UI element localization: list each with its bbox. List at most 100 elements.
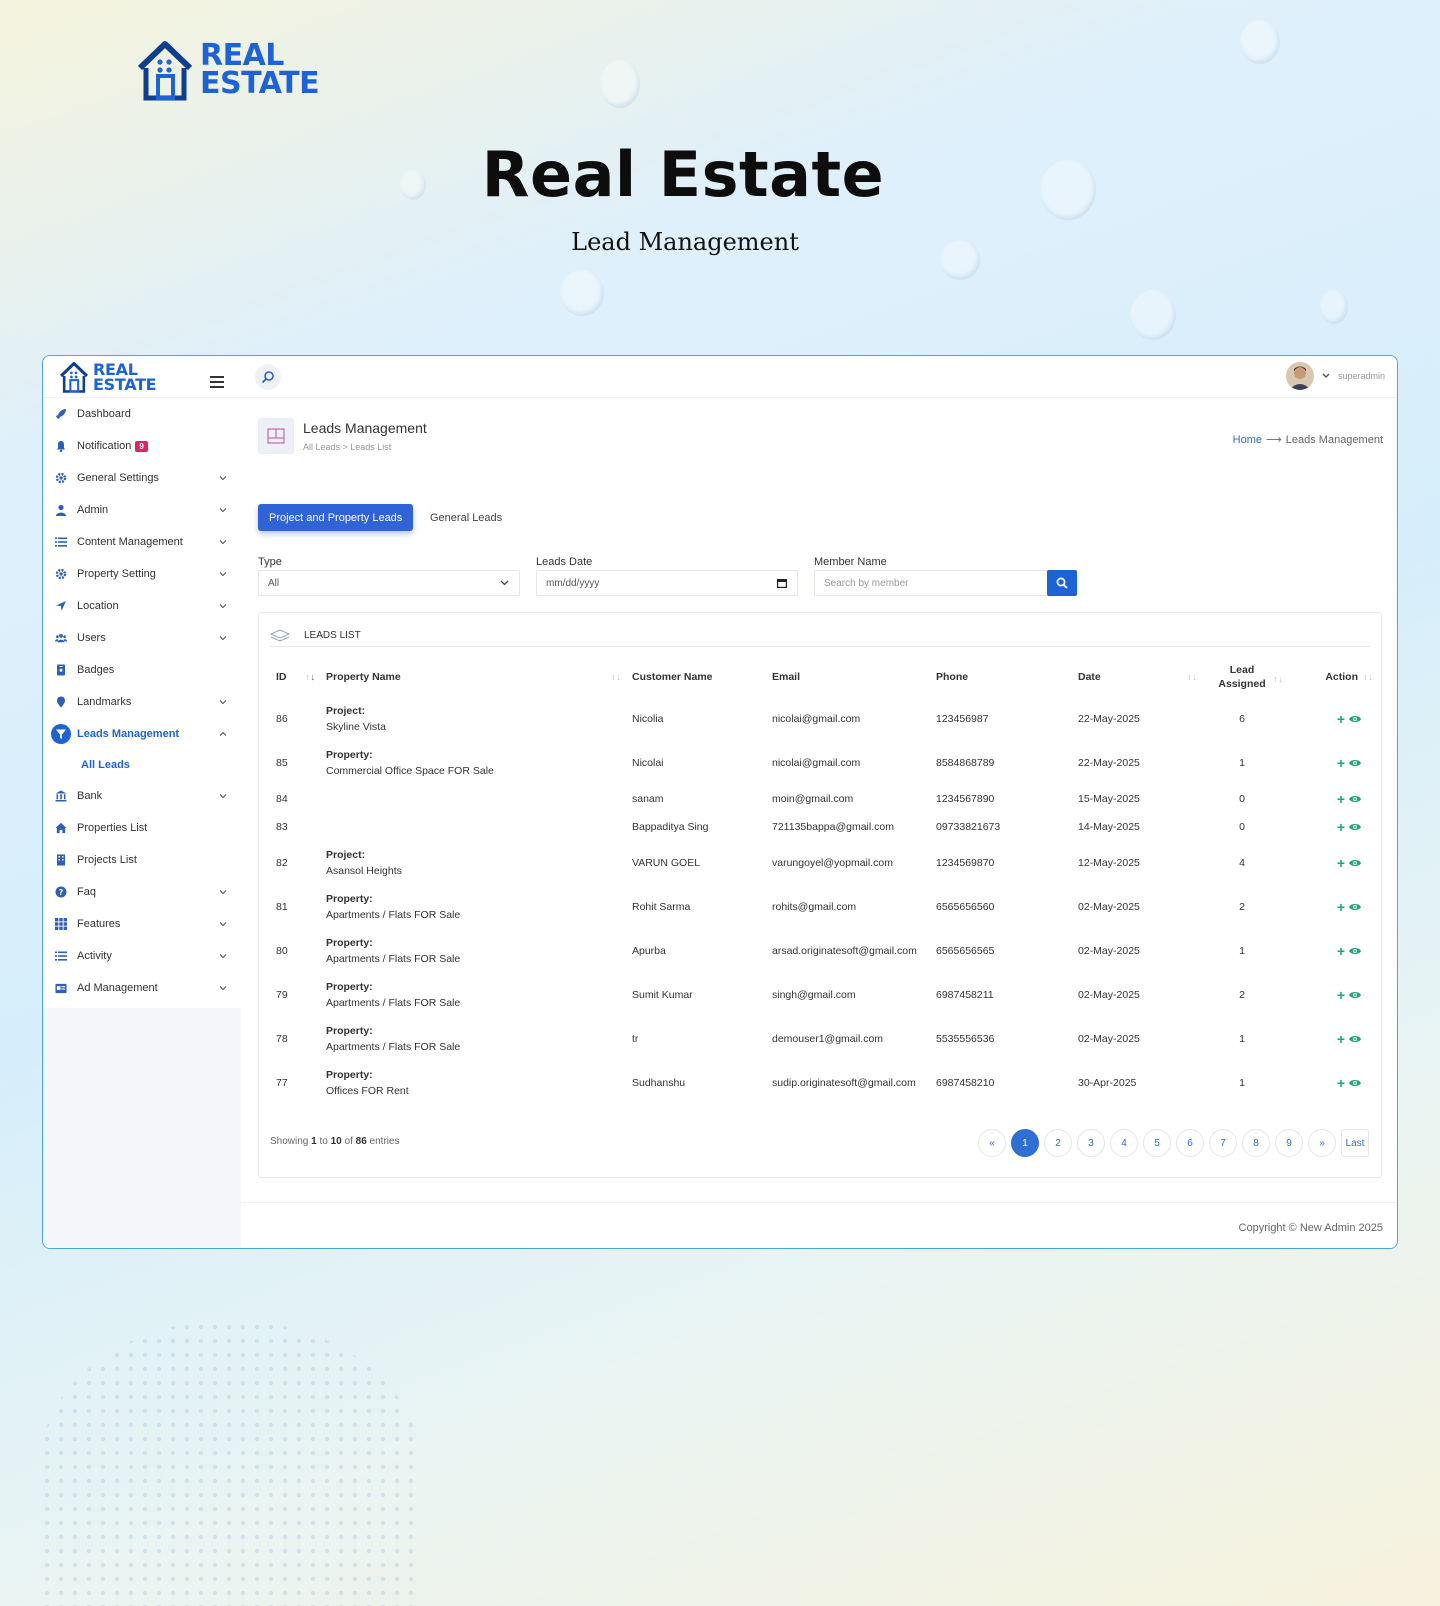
- sidebar-item-location[interactable]: Location: [43, 590, 241, 622]
- assign-plus-icon[interactable]: +: [1337, 712, 1345, 726]
- column-property-name[interactable]: Property Name ↑↓: [320, 657, 626, 697]
- member-filter-label: Member Name: [814, 556, 887, 568]
- view-eye-icon[interactable]: [1348, 989, 1362, 1001]
- property-type-label: Property:: [326, 749, 373, 761]
- pagination-page-7[interactable]: 7: [1209, 1129, 1237, 1157]
- pagination-page-4[interactable]: 4: [1110, 1129, 1138, 1157]
- view-eye-icon[interactable]: [1348, 1077, 1362, 1089]
- assign-plus-icon[interactable]: +: [1337, 944, 1345, 958]
- pagination-page-6[interactable]: 6: [1176, 1129, 1204, 1157]
- user-menu[interactable]: superadmin: [1285, 362, 1385, 390]
- pagination-page-1[interactable]: 1: [1011, 1129, 1039, 1157]
- view-eye-icon[interactable]: [1348, 1033, 1362, 1045]
- action-cell: +: [1282, 929, 1372, 973]
- chevron-down-icon[interactable]: [219, 919, 227, 927]
- view-eye-icon[interactable]: [1348, 821, 1362, 833]
- chevron-up-icon[interactable]: [219, 729, 227, 737]
- sidebar-item-notification[interactable]: Notification 9: [43, 430, 241, 462]
- table-row: 82 Project: Asansol Heights VARUN GOEL varun…: [270, 841, 1372, 885]
- table-row: 81 Property: Apartments / Flats FOR Sale Ro…: [270, 885, 1372, 929]
- column-customer-name: Customer Name: [626, 657, 766, 697]
- assign-plus-icon[interactable]: +: [1337, 792, 1345, 806]
- assign-plus-icon[interactable]: +: [1337, 756, 1345, 770]
- member-search-input[interactable]: Search by member: [814, 570, 1048, 596]
- sidebar-item-activity[interactable]: Activity: [43, 940, 241, 972]
- assign-plus-icon[interactable]: +: [1337, 820, 1345, 834]
- property-name-text: Apartments / Flats FOR Sale: [326, 909, 461, 921]
- calendar-icon[interactable]: [777, 578, 787, 588]
- lead-assigned-cell: 6: [1239, 713, 1245, 725]
- tab-general-leads[interactable]: General Leads: [419, 504, 513, 531]
- chevron-down-icon[interactable]: [219, 569, 227, 577]
- breadcrumb-home-link[interactable]: Home: [1233, 434, 1262, 446]
- type-select[interactable]: All: [258, 570, 520, 596]
- sidebar-item-landmarks[interactable]: Landmarks: [43, 686, 241, 718]
- sidebar-item-users[interactable]: Users: [43, 622, 241, 654]
- sidebar-logo[interactable]: REAL ESTATE: [43, 356, 241, 398]
- chevron-down-icon[interactable]: [219, 887, 227, 895]
- property-name-cell: Project: Asansol Heights: [320, 841, 626, 885]
- sidebar-item-general-settings[interactable]: General Settings: [43, 462, 241, 494]
- sidebar-item-faq[interactable]: ? Faq: [43, 876, 241, 908]
- tab-project-property-leads[interactable]: Project and Property Leads: [258, 504, 414, 531]
- pagination-page-5[interactable]: 5: [1143, 1129, 1171, 1157]
- chevron-down-icon[interactable]: [219, 633, 227, 641]
- assign-plus-icon[interactable]: +: [1337, 900, 1345, 914]
- view-eye-icon[interactable]: [1348, 713, 1362, 725]
- pagination-page-2[interactable]: 2: [1044, 1129, 1072, 1157]
- avatar[interactable]: [1285, 362, 1314, 390]
- chevron-down-icon[interactable]: [1322, 373, 1330, 379]
- leads-date-input[interactable]: mm/dd/yyyy: [536, 570, 798, 596]
- sidebar-item-properties-list[interactable]: Properties List: [43, 812, 241, 844]
- chevron-down-icon[interactable]: [219, 983, 227, 991]
- column-email-label: Email: [772, 671, 801, 683]
- pagination-page-8[interactable]: 8: [1242, 1129, 1270, 1157]
- sort-icon[interactable]: ↑↓: [305, 672, 316, 682]
- pagination: «1 2 3 4 5 6 7 8 9» Last: [978, 1129, 1369, 1157]
- sort-icon[interactable]: ↑↓: [1187, 672, 1198, 682]
- sidebar-item-ad-management[interactable]: Ad Management: [43, 972, 241, 1004]
- chevron-down-icon[interactable]: [219, 537, 227, 545]
- chevron-down-icon[interactable]: [219, 601, 227, 609]
- chevron-down-icon[interactable]: [219, 697, 227, 705]
- assign-plus-icon[interactable]: +: [1337, 1076, 1345, 1090]
- chevron-down-icon[interactable]: [219, 951, 227, 959]
- assign-plus-icon[interactable]: +: [1337, 1032, 1345, 1046]
- view-eye-icon[interactable]: [1348, 857, 1362, 869]
- sidebar-item-dashboard[interactable]: Dashboard: [43, 398, 241, 430]
- sidebar-item-bank[interactable]: Bank: [43, 780, 241, 812]
- column-action[interactable]: Action ↑↓: [1282, 657, 1374, 697]
- sidebar-item-leads-management[interactable]: Leads Management: [43, 718, 241, 750]
- table-row: 84 sanam moin@gmail.com 1234567890 15-May-20…: [270, 785, 1372, 813]
- sidebar-item-property-setting[interactable]: Property Setting: [43, 558, 241, 590]
- pagination-prev-button[interactable]: «: [978, 1129, 1006, 1157]
- sidebar-item-admin[interactable]: Admin: [43, 494, 241, 526]
- member-search-button[interactable]: [1047, 570, 1077, 596]
- pagination-next-button[interactable]: »: [1308, 1129, 1336, 1157]
- action-cell: +: [1282, 1017, 1372, 1061]
- column-lead-assigned[interactable]: Lead Assigned ↑↓: [1202, 657, 1283, 697]
- assign-plus-icon[interactable]: +: [1337, 856, 1345, 870]
- sidebar-item-projects-list[interactable]: Projects List: [43, 844, 241, 876]
- sidebar-subitem-all-leads[interactable]: All Leads: [43, 750, 241, 780]
- chevron-down-icon[interactable]: [219, 505, 227, 513]
- column-id[interactable]: ID ↑↓: [270, 657, 320, 697]
- view-eye-icon[interactable]: [1348, 945, 1362, 957]
- sort-icon[interactable]: ↑↓: [1363, 672, 1374, 682]
- view-eye-icon[interactable]: [1348, 757, 1362, 769]
- assign-plus-icon[interactable]: +: [1337, 988, 1345, 1002]
- column-date[interactable]: Date ↑↓: [1072, 657, 1202, 697]
- chevron-down-icon[interactable]: [219, 473, 227, 481]
- hamburger-menu-icon[interactable]: [210, 376, 224, 388]
- chevron-down-icon[interactable]: [219, 791, 227, 799]
- sidebar-item-features[interactable]: Features: [43, 908, 241, 940]
- view-eye-icon[interactable]: [1348, 901, 1362, 913]
- pagination-page-9[interactable]: 9: [1275, 1129, 1303, 1157]
- sort-icon[interactable]: ↑↓: [611, 672, 622, 682]
- search-icon[interactable]: [255, 364, 281, 390]
- sidebar-item-badges[interactable]: Badges: [43, 654, 241, 686]
- pagination-page-3[interactable]: 3: [1077, 1129, 1105, 1157]
- sidebar-item-content-management[interactable]: Content Management: [43, 526, 241, 558]
- pagination-last-button[interactable]: Last: [1341, 1129, 1369, 1157]
- view-eye-icon[interactable]: [1348, 793, 1362, 805]
